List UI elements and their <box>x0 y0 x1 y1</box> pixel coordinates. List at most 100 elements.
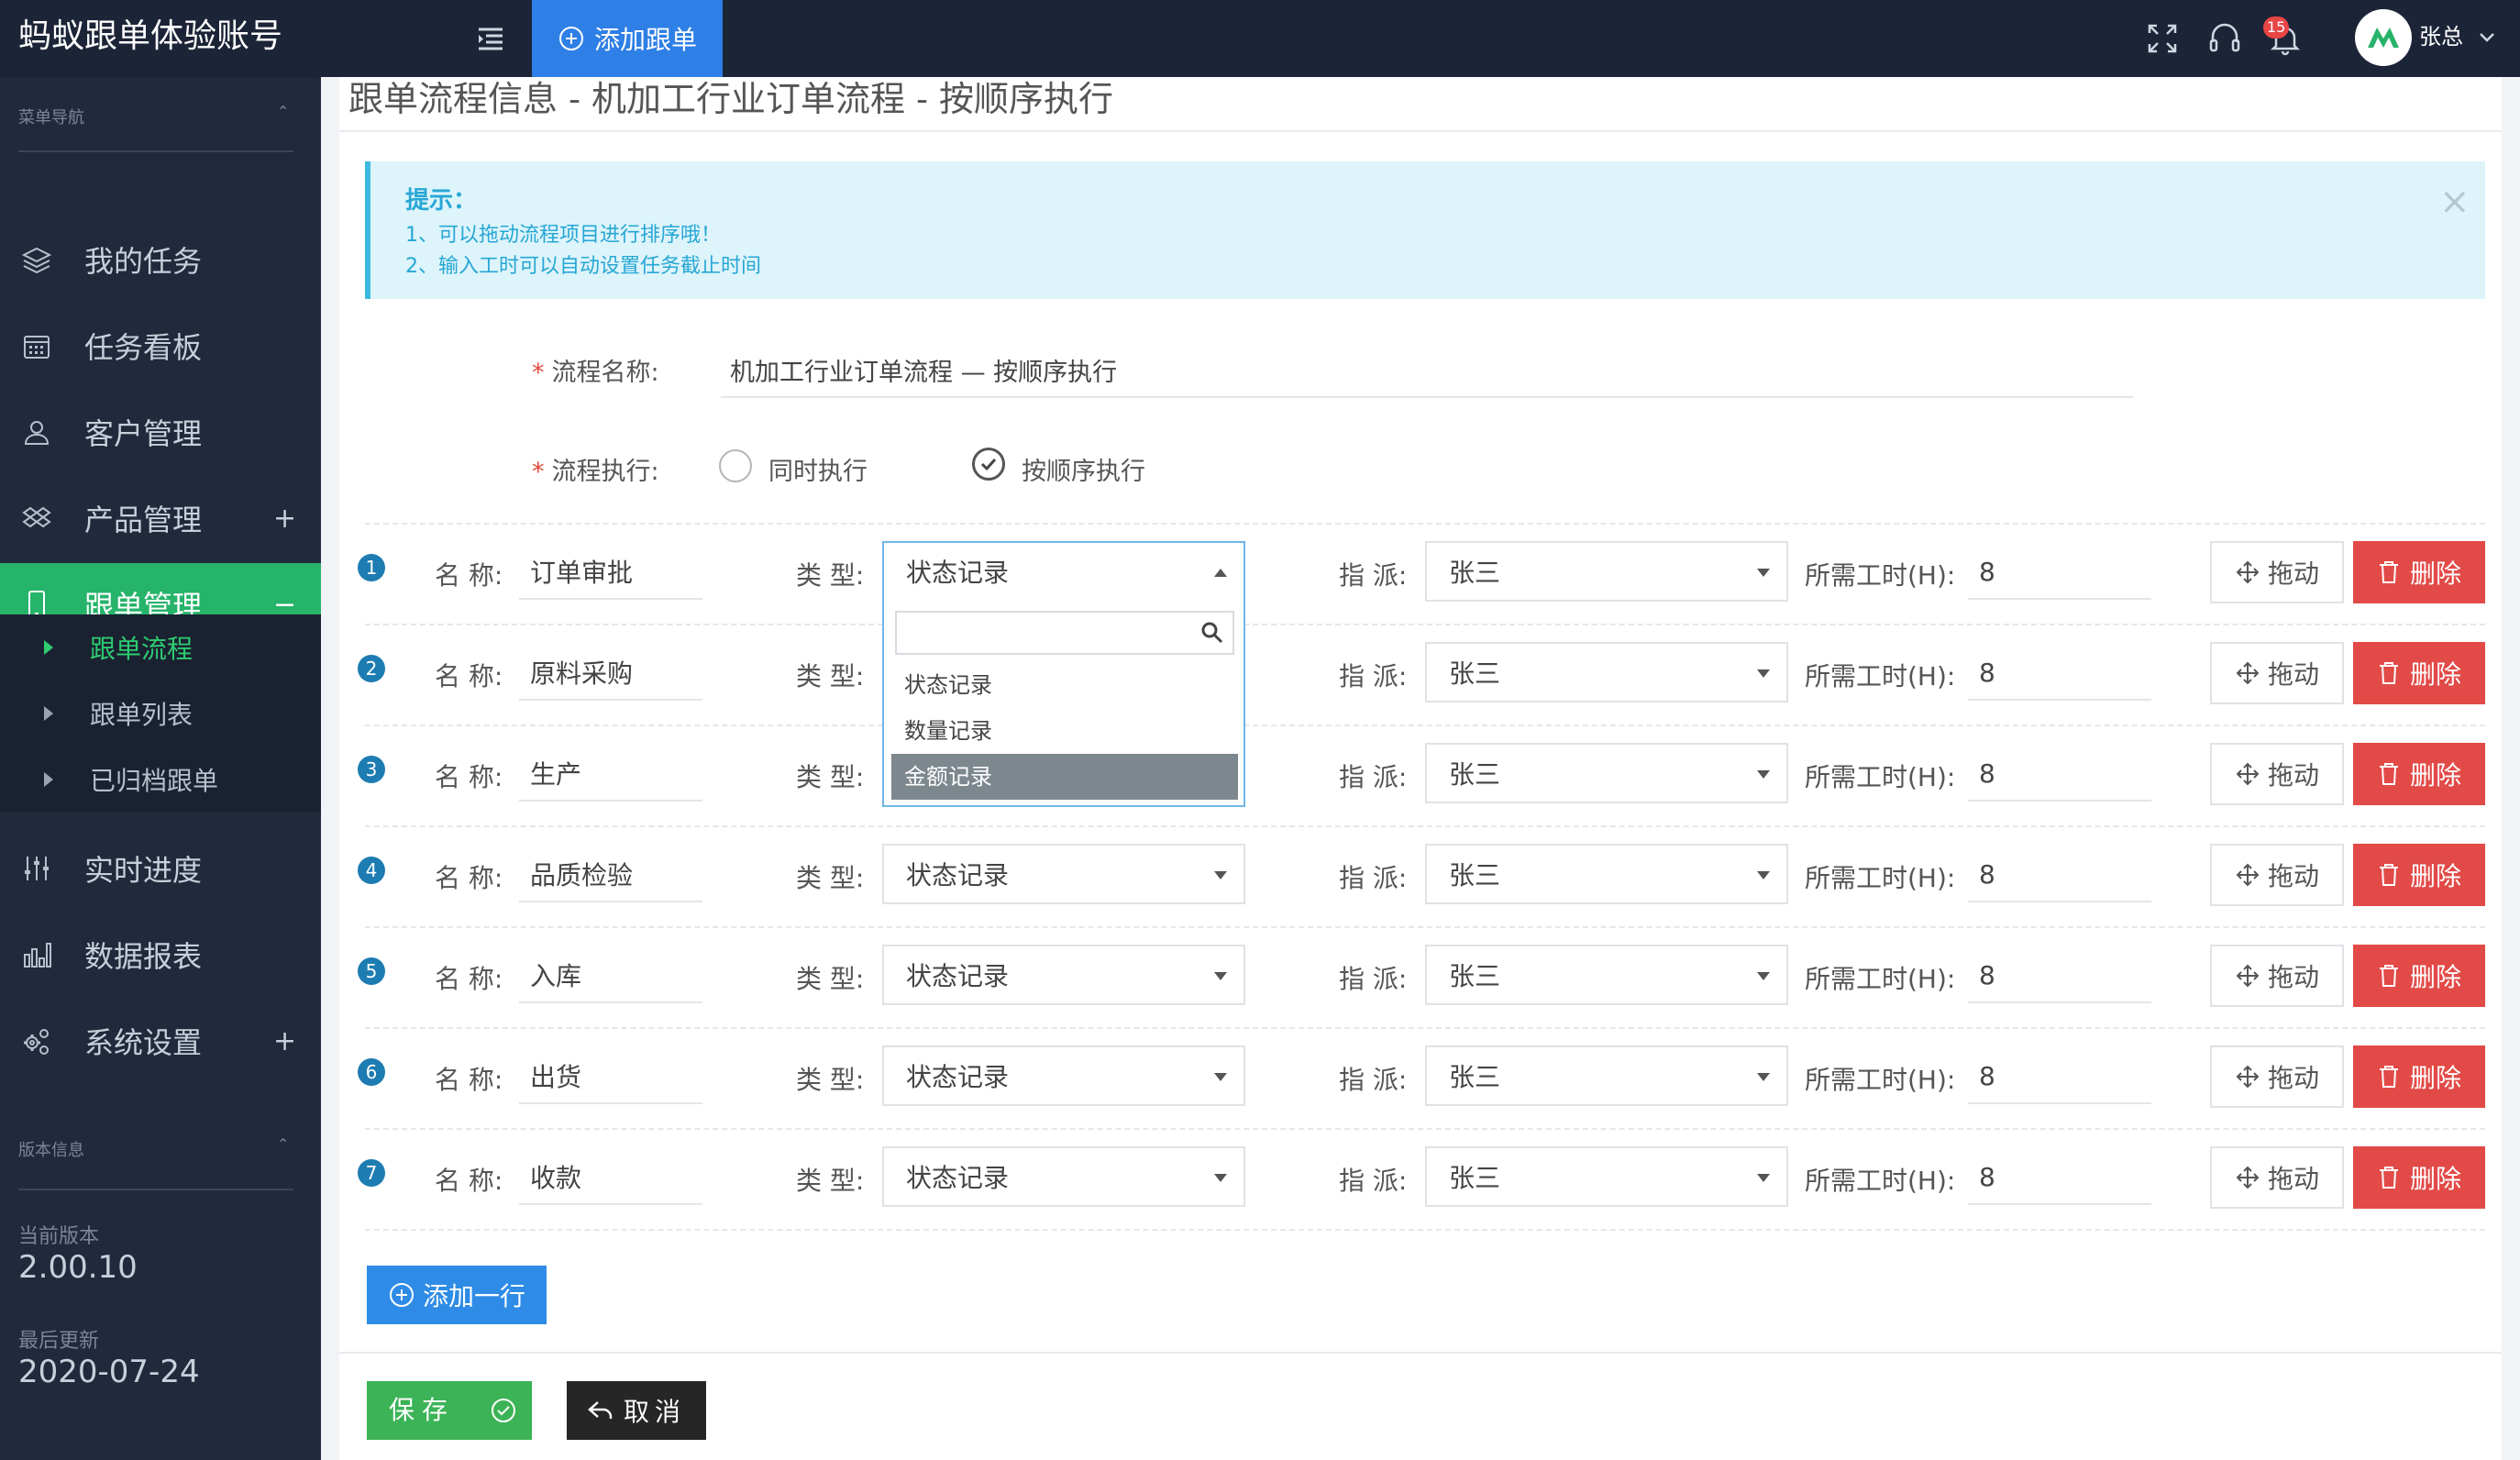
radio-simultaneous-label[interactable]: 同时执行 <box>768 451 868 487</box>
check-icon <box>980 458 997 471</box>
row-name-label: 名 称: <box>435 661 503 691</box>
row-assign-label: 指 派: <box>1339 560 1408 591</box>
row-delete-button[interactable]: 删除 <box>2353 642 2485 704</box>
sidebar-item-my-tasks[interactable]: 我的任务 <box>0 218 321 301</box>
row-type-select[interactable]: 状态记录 <box>882 541 1245 602</box>
delete-label: 删除 <box>2409 760 2461 791</box>
row-name-field[interactable] <box>519 545 702 600</box>
caret-down-icon <box>1757 972 1770 980</box>
row-name-label: 名 称: <box>435 863 503 893</box>
submenu-item-list[interactable]: 跟单列表 <box>0 680 321 747</box>
tip-line: 1、可以拖动流程项目进行排序哦！ <box>405 224 721 247</box>
row-type-select[interactable]: 状态记录 <box>882 844 1245 904</box>
row-type-select[interactable]: 状态记录 <box>882 945 1245 1005</box>
radio-simultaneous[interactable] <box>719 449 752 482</box>
row-assignee-select[interactable]: 张三 <box>1425 945 1788 1005</box>
headset-icon[interactable] <box>2203 17 2247 61</box>
sidebar-item-customers[interactable]: 客户管理 <box>0 391 321 473</box>
row-delete-button[interactable]: 删除 <box>2353 945 2485 1007</box>
sidebar-item-label: 客户管理 <box>84 416 203 451</box>
caret-up-icon <box>1214 569 1227 577</box>
chevron-up-icon[interactable]: ⌃ <box>277 103 289 120</box>
add-track-button[interactable]: 添加跟单 <box>532 0 723 77</box>
row-hours-field[interactable] <box>1968 545 2151 600</box>
add-row-button[interactable]: 添加一行 <box>367 1266 547 1324</box>
menu-toggle-icon[interactable] <box>468 20 512 57</box>
row-drag-button[interactable]: 拖动 <box>2210 743 2344 805</box>
row-name-field[interactable] <box>519 1049 702 1104</box>
avatar[interactable] <box>2355 9 2412 66</box>
fullscreen-icon[interactable] <box>2140 17 2184 61</box>
trash-icon <box>2379 662 2398 684</box>
flow-name-field[interactable] <box>721 343 2133 398</box>
dropdown-search-input[interactable] <box>895 611 1234 655</box>
cancel-button[interactable]: 取消 <box>567 1381 706 1440</box>
row-drag-button[interactable]: 拖动 <box>2210 945 2344 1007</box>
row-hours-field[interactable] <box>1968 1049 2151 1104</box>
dropdown-option-highlighted[interactable]: 金额记录 <box>891 754 1238 800</box>
dropdown-option[interactable]: 状态记录 <box>891 662 1238 708</box>
row-index-badge: 7 <box>358 1159 385 1187</box>
chevron-up-icon[interactable]: ⌃ <box>277 1135 289 1153</box>
row-assignee-select[interactable]: 张三 <box>1425 642 1788 702</box>
row-divider <box>365 523 2485 525</box>
radio-sequential[interactable] <box>972 448 1005 481</box>
row-drag-button[interactable]: 拖动 <box>2210 1146 2344 1209</box>
row-hours-field[interactable] <box>1968 747 2151 802</box>
row-name-field[interactable] <box>519 1150 702 1205</box>
sidebar-item-task-board[interactable]: 任务看板 <box>0 304 321 387</box>
row-drag-button[interactable]: 拖动 <box>2210 642 2344 704</box>
row-name-field[interactable] <box>519 646 702 701</box>
submenu-label: 跟单流程 <box>90 634 193 664</box>
user-icon <box>20 415 53 448</box>
move-icon <box>2236 964 2260 988</box>
submenu-item-flow[interactable]: 跟单流程 <box>0 614 321 680</box>
row-delete-button[interactable]: 删除 <box>2353 743 2485 805</box>
save-button[interactable]: 保存 <box>367 1381 532 1440</box>
sidebar-item-products[interactable]: 产品管理 + <box>0 477 321 559</box>
sidebar-item-settings[interactable]: 系统设置 + <box>0 1000 321 1082</box>
radio-sequential-label[interactable]: 按顺序执行 <box>1022 451 1145 487</box>
tip-alert: 提示： 1、可以拖动流程项目进行排序哦！ 2、输入工时可以自动设置任务截止时间 … <box>365 161 2485 299</box>
row-assignee-select[interactable]: 张三 <box>1425 844 1788 904</box>
sidebar-item-label: 实时进度 <box>84 853 203 888</box>
row-name-label: 名 称: <box>435 762 503 792</box>
row-hours-field[interactable] <box>1968 1150 2151 1205</box>
row-drag-button[interactable]: 拖动 <box>2210 541 2344 603</box>
row-hours-label: 所需工时(H): <box>1805 1065 1956 1095</box>
sidebar-item-reports[interactable]: 数据报表 <box>0 913 321 996</box>
dropdown-option[interactable]: 数量记录 <box>891 708 1238 754</box>
close-icon[interactable]: × <box>2439 183 2470 220</box>
row-assignee-select[interactable]: 张三 <box>1425 1146 1788 1207</box>
calendar-icon <box>20 329 53 362</box>
row-assign-label: 指 派: <box>1339 762 1408 792</box>
sidebar-item-label: 我的任务 <box>84 244 203 279</box>
row-name-field[interactable] <box>519 847 702 902</box>
row-delete-button[interactable]: 删除 <box>2353 541 2485 603</box>
row-delete-button[interactable]: 删除 <box>2353 844 2485 906</box>
row-hours-field[interactable] <box>1968 948 2151 1003</box>
row-type-select[interactable]: 状态记录 <box>882 1146 1245 1207</box>
row-hours-field[interactable] <box>1968 646 2151 701</box>
add-track-label: 添加跟单 <box>593 25 697 55</box>
chevron-down-icon[interactable] <box>2476 26 2498 48</box>
row-type-value: 状态记录 <box>906 558 1010 588</box>
check-circle-icon <box>492 1399 515 1422</box>
row-type-select[interactable]: 状态记录 <box>882 1045 1245 1106</box>
row-drag-button[interactable]: 拖动 <box>2210 844 2344 906</box>
sidebar-item-progress[interactable]: 实时进度 <box>0 827 321 910</box>
flow-name-label: * 流程名称: <box>532 359 659 387</box>
row-assignee-select[interactable]: 张三 <box>1425 541 1788 602</box>
row-assignee-select[interactable]: 张三 <box>1425 743 1788 803</box>
user-name[interactable]: 张总 <box>2419 0 2463 73</box>
row-name-field[interactable] <box>519 747 702 802</box>
row-index-badge: 1 <box>358 554 385 581</box>
row-delete-button[interactable]: 删除 <box>2353 1045 2485 1108</box>
row-delete-button[interactable]: 删除 <box>2353 1146 2485 1209</box>
submenu-item-archived[interactable]: 已归档跟单 <box>0 747 321 813</box>
row-drag-button[interactable]: 拖动 <box>2210 1045 2344 1108</box>
row-hours-field[interactable] <box>1968 847 2151 902</box>
row-name-field[interactable] <box>519 948 702 1003</box>
row-type-label: 类 型: <box>796 1065 865 1095</box>
row-assignee-select[interactable]: 张三 <box>1425 1045 1788 1106</box>
